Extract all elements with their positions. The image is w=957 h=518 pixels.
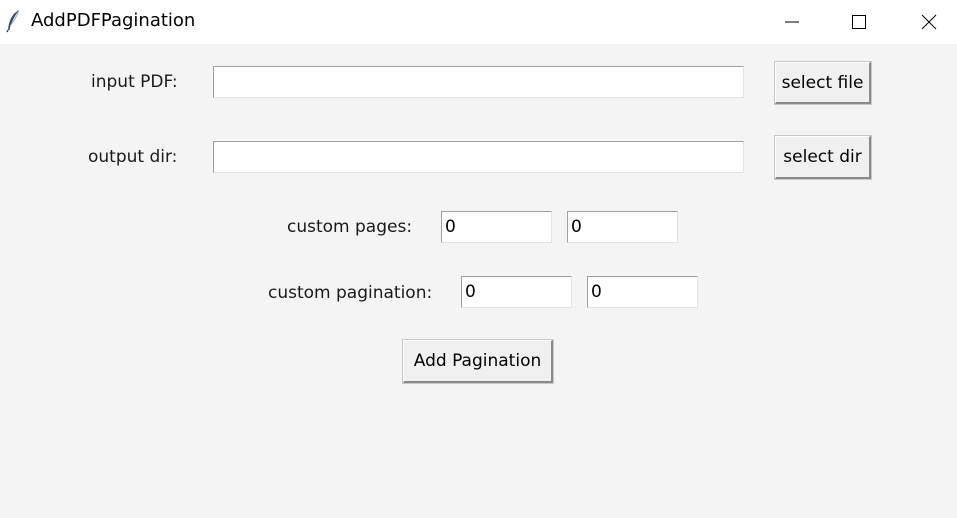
output-dir-label: output dir: (88, 147, 178, 167)
select-dir-button[interactable]: select dir (775, 136, 871, 179)
minimize-button[interactable] (764, 0, 820, 44)
window-title: AddPDFPagination (31, 10, 196, 31)
close-button[interactable] (901, 0, 957, 44)
custom-pages-end-field[interactable] (567, 211, 678, 243)
title-bar[interactable]: AddPDFPagination (0, 0, 957, 44)
custom-pagination-label: custom pagination: (268, 283, 433, 303)
add-pagination-button[interactable]: Add Pagination (403, 340, 553, 383)
maximize-button[interactable] (831, 0, 887, 44)
maximize-icon (851, 14, 867, 30)
feather-icon (6, 9, 22, 33)
custom-pagination-start-field[interactable] (461, 276, 572, 308)
select-file-button[interactable]: select file (775, 62, 871, 104)
input-pdf-field[interactable] (213, 66, 744, 98)
close-icon (921, 14, 937, 30)
custom-pages-label: custom pages: (287, 217, 413, 237)
app-window: AddPDFPagination input PDF: select file … (0, 0, 957, 518)
output-dir-field[interactable] (213, 141, 744, 173)
custom-pages-start-field[interactable] (441, 211, 552, 243)
custom-pagination-end-field[interactable] (587, 276, 698, 308)
input-pdf-label: input PDF: (91, 72, 178, 92)
minimize-icon (784, 14, 800, 30)
